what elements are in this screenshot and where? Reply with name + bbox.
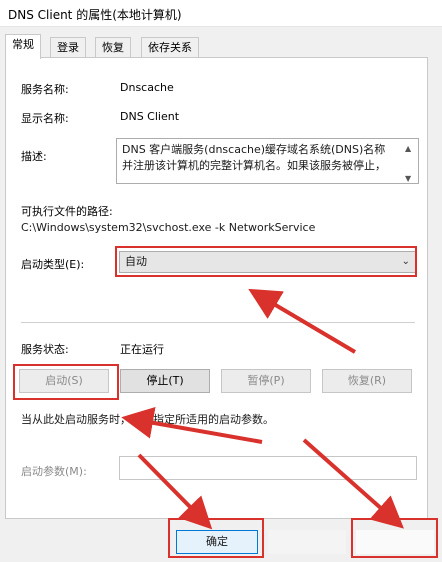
scroll-down-icon[interactable]: ▼ [405,171,411,183]
display-name-value: DNS Client [120,110,180,123]
general-panel: 服务名称: Dnscache 显示名称: DNS Client 描述: DNS … [5,57,428,519]
divider [21,322,415,323]
resume-button[interactable]: 恢复(R) [322,369,412,393]
startup-params-label: 启动参数(M): [21,465,87,478]
ok-button[interactable]: 确定 [176,530,258,554]
title-bar: DNS Client 的属性(本地计算机) [0,0,442,27]
status-label: 服务状态: [21,343,69,356]
stop-button[interactable]: 停止(T) [120,369,210,393]
startup-type-label: 启动类型(E): [21,258,85,271]
tab-general[interactable]: 常规 [5,34,41,59]
tab-logon[interactable]: 登录 [50,37,86,58]
scroll-up-icon[interactable]: ▲ [405,141,411,157]
start-button[interactable]: 启动(S) [19,369,109,393]
status-value: 正在运行 [120,343,164,356]
startup-type-select[interactable]: 自动 ⌄ [119,251,417,273]
service-name-value: Dnscache [120,81,174,94]
startup-params-input[interactable] [119,456,417,480]
path-label: 可执行文件的路径: [21,205,113,218]
service-name-label: 服务名称: [21,83,69,96]
description-line: 并注册该计算机的完整计算机名。如果该服务被停止， [122,159,386,172]
description-line: DNS 客户端服务(dnscache)缓存域名系统(DNS)名称 [122,143,386,156]
cancel-button[interactable] [268,530,346,554]
startup-type-value: 自动 [125,255,147,268]
apply-button[interactable] [356,530,434,554]
tab-recovery[interactable]: 恢复 [95,37,131,58]
path-value: C:\Windows\system32\svchost.exe -k Netwo… [21,221,316,234]
startup-hint: 当从此处启动服务时，你可指定所适用的启动参数。 [21,413,274,426]
description-box[interactable]: DNS 客户端服务(dnscache)缓存域名系统(DNS)名称 并注册该计算机… [116,138,419,184]
description-label: 描述: [21,150,47,163]
display-name-label: 显示名称: [21,112,69,125]
tab-strip: 常规 登录 恢复 依存关系 [0,33,442,59]
tab-dependencies[interactable]: 依存关系 [141,37,199,58]
window-title: DNS Client 的属性(本地计算机) [8,8,182,22]
description-scrollbar[interactable]: ▲ ▼ [402,139,418,183]
pause-button[interactable]: 暂停(P) [221,369,311,393]
chevron-down-icon: ⌄ [401,256,410,267]
